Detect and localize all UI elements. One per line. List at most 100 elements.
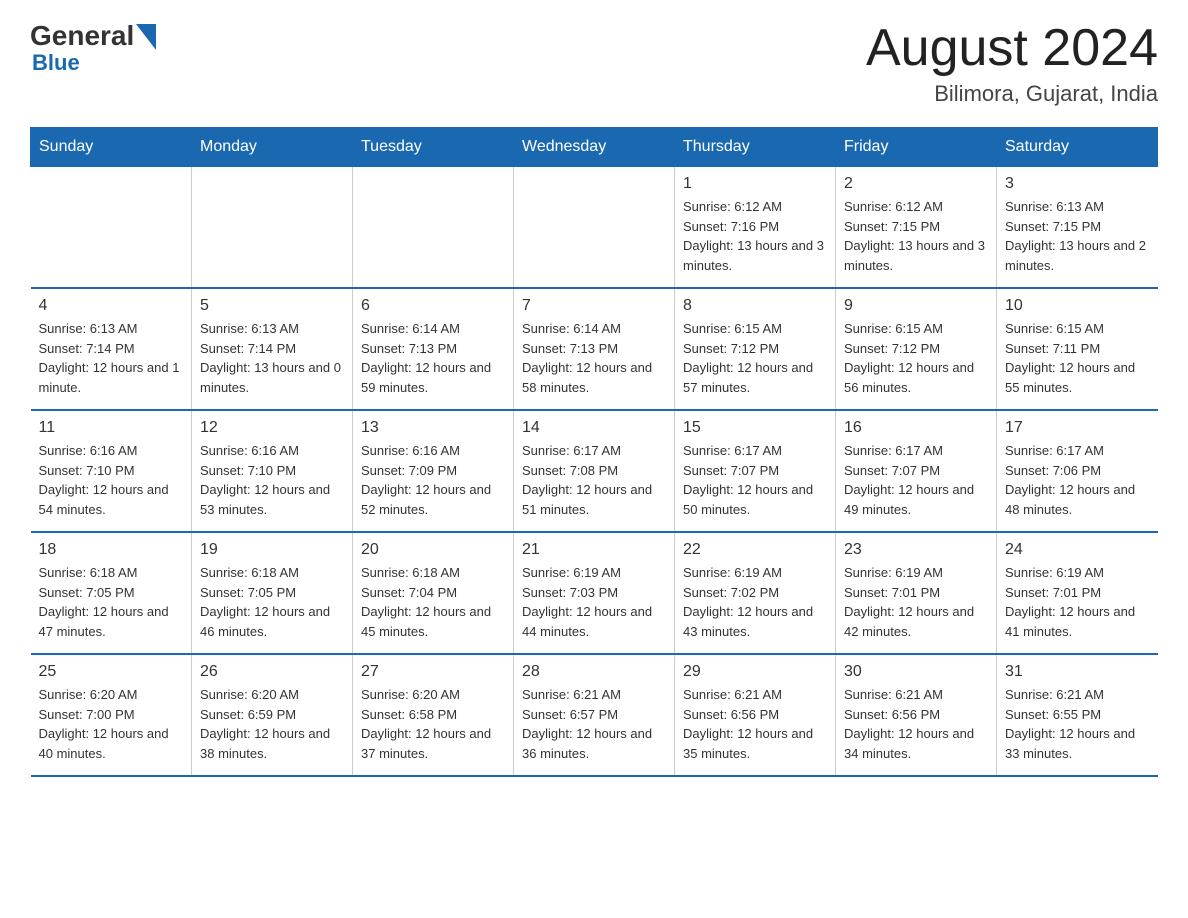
day-number: 1: [683, 175, 827, 193]
day-number: 18: [39, 541, 184, 559]
day-info: Sunrise: 6:19 AM Sunset: 7:01 PM Dayligh…: [1005, 563, 1150, 641]
week-row-1: 1 Sunrise: 6:12 AM Sunset: 7:16 PM Daylig…: [31, 167, 1158, 289]
day-info: Sunrise: 6:16 AM Sunset: 7:10 PM Dayligh…: [200, 441, 344, 519]
week-row-4: 18 Sunrise: 6:18 AM Sunset: 7:05 PM Dayli…: [31, 532, 1158, 654]
page-header: General Blue August 2024 Bilimora, Gujar…: [30, 20, 1158, 107]
header-cell-saturday: Saturday: [997, 128, 1158, 167]
day-info: Sunrise: 6:13 AM Sunset: 7:14 PM Dayligh…: [200, 319, 344, 397]
day-number: 2: [844, 175, 988, 193]
calendar-cell: 20 Sunrise: 6:18 AM Sunset: 7:04 PM Dayli…: [353, 532, 514, 654]
calendar-cell: 3 Sunrise: 6:13 AM Sunset: 7:15 PM Daylig…: [997, 167, 1158, 289]
day-info: Sunrise: 6:18 AM Sunset: 7:05 PM Dayligh…: [39, 563, 184, 641]
day-info: Sunrise: 6:19 AM Sunset: 7:03 PM Dayligh…: [522, 563, 666, 641]
calendar-cell: 5 Sunrise: 6:13 AM Sunset: 7:14 PM Daylig…: [192, 288, 353, 410]
calendar-cell: 17Sunrise: 6:17 AM Sunset: 7:06 PM Dayli…: [997, 410, 1158, 532]
day-number: 24: [1005, 541, 1150, 559]
calendar-cell: 15 Sunrise: 6:17 AM Sunset: 7:07 PM Dayli…: [675, 410, 836, 532]
header-cell-sunday: Sunday: [31, 128, 192, 167]
day-info: Sunrise: 6:17 AM Sunset: 7:07 PM Dayligh…: [844, 441, 988, 519]
calendar-cell: 22 Sunrise: 6:19 AM Sunset: 7:02 PM Dayli…: [675, 532, 836, 654]
day-number: 27: [361, 663, 505, 681]
day-info: Sunrise: 6:15 AM Sunset: 7:11 PM Dayligh…: [1005, 319, 1150, 397]
day-info: Sunrise: 6:18 AM Sunset: 7:04 PM Dayligh…: [361, 563, 505, 641]
calendar-cell: 29 Sunrise: 6:21 AM Sunset: 6:56 PM Dayli…: [675, 654, 836, 776]
day-number: 6: [361, 297, 505, 315]
day-number: 15: [683, 419, 827, 437]
calendar-cell: 24 Sunrise: 6:19 AM Sunset: 7:01 PM Dayli…: [997, 532, 1158, 654]
calendar-body: 1 Sunrise: 6:12 AM Sunset: 7:16 PM Daylig…: [31, 167, 1158, 777]
day-info: Sunrise: 6:15 AM Sunset: 7:12 PM Dayligh…: [683, 319, 827, 397]
calendar-cell: 8 Sunrise: 6:15 AM Sunset: 7:12 PM Daylig…: [675, 288, 836, 410]
day-info: Sunrise: 6:15 AM Sunset: 7:12 PM Dayligh…: [844, 319, 988, 397]
month-title: August 2024: [866, 20, 1158, 77]
calendar-cell: [514, 167, 675, 289]
calendar-cell: 30 Sunrise: 6:21 AM Sunset: 6:56 PM Dayli…: [836, 654, 997, 776]
day-info: Sunrise: 6:17 AM Sunset: 7:07 PM Dayligh…: [683, 441, 827, 519]
day-info: Sunrise: 6:18 AM Sunset: 7:05 PM Dayligh…: [200, 563, 344, 641]
calendar-cell: 25 Sunrise: 6:20 AM Sunset: 7:00 PM Dayli…: [31, 654, 192, 776]
day-info: Sunrise: 6:19 AM Sunset: 7:02 PM Dayligh…: [683, 563, 827, 641]
day-info: Sunrise: 6:21 AM Sunset: 6:56 PM Dayligh…: [844, 685, 988, 763]
calendar-cell: 7 Sunrise: 6:14 AM Sunset: 7:13 PM Daylig…: [514, 288, 675, 410]
day-info: Sunrise: 6:16 AM Sunset: 7:09 PM Dayligh…: [361, 441, 505, 519]
day-number: 20: [361, 541, 505, 559]
day-info: Sunrise: 6:12 AM Sunset: 7:16 PM Dayligh…: [683, 197, 827, 275]
day-number: 9: [844, 297, 988, 315]
calendar-cell: 9 Sunrise: 6:15 AM Sunset: 7:12 PM Daylig…: [836, 288, 997, 410]
header-cell-friday: Friday: [836, 128, 997, 167]
calendar-cell: 28 Sunrise: 6:21 AM Sunset: 6:57 PM Dayli…: [514, 654, 675, 776]
day-info: Sunrise: 6:14 AM Sunset: 7:13 PM Dayligh…: [361, 319, 505, 397]
day-number: 12: [200, 419, 344, 437]
calendar-cell: 16Sunrise: 6:17 AM Sunset: 7:07 PM Dayli…: [836, 410, 997, 532]
calendar-cell: 6 Sunrise: 6:14 AM Sunset: 7:13 PM Daylig…: [353, 288, 514, 410]
day-number: 17: [1005, 419, 1150, 437]
day-info: Sunrise: 6:21 AM Sunset: 6:56 PM Dayligh…: [683, 685, 827, 763]
location-title: Bilimora, Gujarat, India: [866, 81, 1158, 107]
calendar-cell: [353, 167, 514, 289]
day-number: 30: [844, 663, 988, 681]
day-number: 11: [39, 419, 184, 437]
calendar-cell: 21 Sunrise: 6:19 AM Sunset: 7:03 PM Dayli…: [514, 532, 675, 654]
logo-triangle-icon: [136, 24, 156, 50]
header-cell-monday: Monday: [192, 128, 353, 167]
day-number: 26: [200, 663, 344, 681]
day-number: 28: [522, 663, 666, 681]
title-section: August 2024 Bilimora, Gujarat, India: [866, 20, 1158, 107]
day-number: 31: [1005, 663, 1150, 681]
calendar-cell: 27Sunrise: 6:20 AM Sunset: 6:58 PM Dayli…: [353, 654, 514, 776]
day-info: Sunrise: 6:21 AM Sunset: 6:55 PM Dayligh…: [1005, 685, 1150, 763]
day-number: 4: [39, 297, 184, 315]
calendar-cell: 14Sunrise: 6:17 AM Sunset: 7:08 PM Dayli…: [514, 410, 675, 532]
day-number: 25: [39, 663, 184, 681]
calendar-cell: [31, 167, 192, 289]
day-number: 5: [200, 297, 344, 315]
week-row-5: 25 Sunrise: 6:20 AM Sunset: 7:00 PM Dayli…: [31, 654, 1158, 776]
day-info: Sunrise: 6:13 AM Sunset: 7:14 PM Dayligh…: [39, 319, 184, 397]
calendar-cell: 11Sunrise: 6:16 AM Sunset: 7:10 PM Dayli…: [31, 410, 192, 532]
calendar-cell: 18 Sunrise: 6:18 AM Sunset: 7:05 PM Dayli…: [31, 532, 192, 654]
day-info: Sunrise: 6:21 AM Sunset: 6:57 PM Dayligh…: [522, 685, 666, 763]
day-info: Sunrise: 6:14 AM Sunset: 7:13 PM Dayligh…: [522, 319, 666, 397]
header-cell-wednesday: Wednesday: [514, 128, 675, 167]
day-number: 8: [683, 297, 827, 315]
day-number: 22: [683, 541, 827, 559]
calendar-cell: 12 Sunrise: 6:16 AM Sunset: 7:10 PM Dayli…: [192, 410, 353, 532]
day-number: 7: [522, 297, 666, 315]
day-info: Sunrise: 6:12 AM Sunset: 7:15 PM Dayligh…: [844, 197, 988, 275]
day-number: 14: [522, 419, 666, 437]
day-number: 29: [683, 663, 827, 681]
logo: General Blue: [30, 20, 156, 76]
calendar-cell: 1 Sunrise: 6:12 AM Sunset: 7:16 PM Daylig…: [675, 167, 836, 289]
day-number: 21: [522, 541, 666, 559]
calendar-cell: 2 Sunrise: 6:12 AM Sunset: 7:15 PM Daylig…: [836, 167, 997, 289]
day-info: Sunrise: 6:20 AM Sunset: 7:00 PM Dayligh…: [39, 685, 184, 763]
header-cell-tuesday: Tuesday: [353, 128, 514, 167]
logo-blue-text: Blue: [32, 50, 80, 75]
header-row: SundayMondayTuesdayWednesdayThursdayFrid…: [31, 128, 1158, 167]
calendar-cell: 31 Sunrise: 6:21 AM Sunset: 6:55 PM Dayli…: [997, 654, 1158, 776]
day-number: 3: [1005, 175, 1150, 193]
week-row-2: 4 Sunrise: 6:13 AM Sunset: 7:14 PM Daylig…: [31, 288, 1158, 410]
day-info: Sunrise: 6:13 AM Sunset: 7:15 PM Dayligh…: [1005, 197, 1150, 275]
day-info: Sunrise: 6:19 AM Sunset: 7:01 PM Dayligh…: [844, 563, 988, 641]
week-row-3: 11 Sunrise: 6:16 AM Sunset: 7:10 PM Dayli…: [31, 410, 1158, 532]
